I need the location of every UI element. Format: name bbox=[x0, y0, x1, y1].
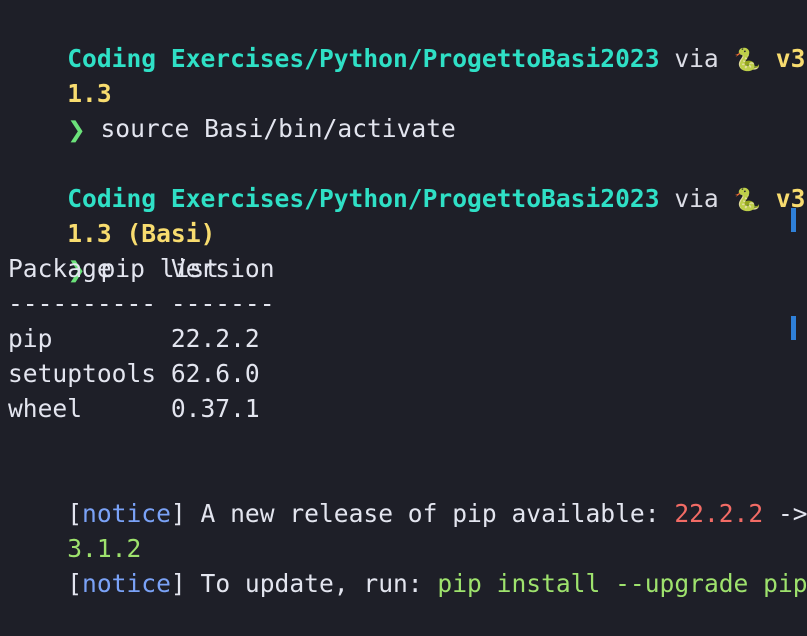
notice-label: notice bbox=[82, 569, 171, 598]
version-arrow: -> bbox=[777, 499, 807, 528]
notice-close-bracket: ] bbox=[170, 499, 186, 528]
python-version: v3.1 bbox=[775, 184, 807, 213]
terminal-window[interactable]: Coding Exercises/Python/ProgettoBasi2023… bbox=[0, 0, 807, 598]
command-text: source Basi/bin/activate bbox=[85, 114, 456, 143]
notice-close-bracket: ] bbox=[170, 569, 186, 598]
python-snake-icon: 🐍 bbox=[733, 188, 761, 213]
notice-text: To update, run: bbox=[185, 569, 438, 598]
pip-list-separator: ---------- ------- bbox=[8, 289, 275, 318]
python-version: v3.1 bbox=[775, 44, 807, 73]
python-version-wrap: 1.3 bbox=[67, 79, 112, 108]
prompt-line: Coding Exercises/Python/ProgettoBasi2023… bbox=[8, 6, 807, 73]
scrollbar-marker[interactable] bbox=[791, 208, 796, 232]
notice-line: [notice] A new release of pip available:… bbox=[8, 461, 807, 528]
via-text: via bbox=[659, 184, 734, 213]
update-command: pip install --upgrade pip bbox=[437, 569, 807, 598]
pip-list-header: Package Version bbox=[8, 254, 275, 283]
python-snake-icon: 🐍 bbox=[733, 48, 761, 73]
cwd-path: Coding Exercises/Python/ProgettoBasi2023 bbox=[67, 184, 660, 213]
notice-text: A new release of pip available: bbox=[185, 499, 675, 528]
pip-list-row: pip 22.2.2 bbox=[8, 324, 260, 353]
command-line: ❯ source Basi/bin/activate bbox=[8, 76, 807, 143]
new-pip-version-wrap: 3.1.2 bbox=[67, 534, 142, 563]
scrollbar-marker[interactable] bbox=[791, 316, 796, 340]
pip-list-row: wheel 0.37.1 bbox=[8, 394, 260, 423]
prompt-chevron-icon: ❯ bbox=[67, 118, 86, 143]
python-version-venv: 1.3 (Basi) bbox=[67, 219, 216, 248]
old-pip-version: 22.2.2 bbox=[674, 499, 764, 528]
notice-open-bracket: [ bbox=[67, 499, 83, 528]
notice-open-bracket: [ bbox=[67, 569, 83, 598]
via-text: via bbox=[659, 44, 734, 73]
pip-list-row: setuptools 62.6.0 bbox=[8, 359, 260, 388]
cwd-path: Coding Exercises/Python/ProgettoBasi2023 bbox=[67, 44, 660, 73]
prompt-line: Coding Exercises/Python/ProgettoBasi2023… bbox=[8, 146, 807, 213]
notice-label: notice bbox=[82, 499, 171, 528]
